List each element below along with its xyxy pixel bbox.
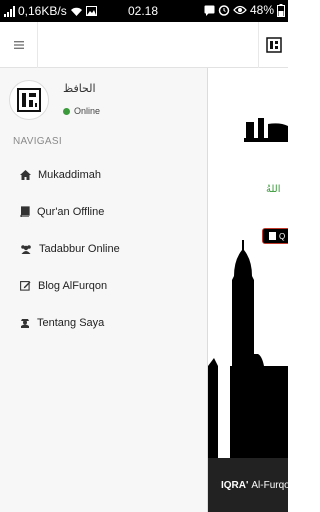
mosque-silhouette bbox=[208, 240, 288, 466]
nav-item-tadabbur-online[interactable]: Tadabbur Online bbox=[0, 230, 207, 267]
nav-item-label: Tadabbur Online bbox=[39, 242, 120, 255]
status-right: 48% bbox=[204, 3, 285, 17]
nav-item-label: Mukaddimah bbox=[38, 168, 101, 181]
status-left: 0,16KB/s bbox=[0, 4, 97, 18]
nav-drawer: الحافظ Online NAVIGASI Mukaddimah Qur'an… bbox=[0, 68, 208, 512]
nav-item-mukaddimah[interactable]: Mukaddimah bbox=[0, 156, 207, 193]
avatar bbox=[9, 80, 49, 120]
user-name: الحافظ bbox=[63, 82, 96, 95]
eye-icon bbox=[233, 5, 247, 15]
nav-header: NAVIGASI bbox=[13, 136, 62, 147]
iqra-logo-icon bbox=[17, 88, 41, 112]
arabic-verse-text: اللهُ bbox=[266, 184, 281, 195]
hamburger-icon bbox=[13, 41, 24, 49]
iqra-logo-icon bbox=[265, 37, 282, 53]
app-logo-button[interactable] bbox=[258, 22, 288, 68]
nav-menu: Mukaddimah Qur'an Offline Tadabbur Onlin… bbox=[0, 156, 207, 341]
battery-icon bbox=[277, 3, 285, 17]
nav-item-blog-alfurqon[interactable]: Blog AlFurqon bbox=[0, 267, 207, 304]
calligraphy-logo bbox=[244, 118, 288, 142]
hamburger-button[interactable] bbox=[0, 22, 38, 68]
chat-icon bbox=[204, 5, 215, 16]
app-bar bbox=[0, 22, 288, 68]
footer-banner: IQRA' Al-Furqo bbox=[208, 458, 288, 512]
alarm-icon bbox=[218, 5, 230, 16]
user-status: Online bbox=[63, 106, 100, 116]
nav-item-tentang-saya[interactable]: Tentang Saya bbox=[0, 304, 207, 341]
home-icon bbox=[20, 169, 31, 180]
book-icon bbox=[20, 206, 30, 217]
image-icon bbox=[85, 6, 97, 16]
footer-text: Al-Furqo bbox=[251, 479, 288, 491]
network-speed: 0,16KB/s bbox=[18, 4, 67, 18]
signal-icon bbox=[4, 5, 15, 17]
users-icon bbox=[21, 244, 31, 254]
edit-icon bbox=[20, 281, 31, 291]
nav-item-label: Qur'an Offline bbox=[37, 205, 105, 218]
main-content: اللهُ Q IQRA' Al-Furqo bbox=[208, 68, 288, 512]
nav-item-label: Blog AlFurqon bbox=[38, 279, 108, 292]
wifi-icon bbox=[70, 7, 82, 16]
user-secret-icon bbox=[21, 319, 29, 328]
user-panel: الحافظ Online bbox=[9, 76, 199, 124]
nav-item-label: Tentang Saya bbox=[37, 316, 105, 329]
status-time: 02.18 bbox=[128, 4, 159, 18]
footer-brand: IQRA' bbox=[221, 479, 249, 491]
nav-item-quran-offline[interactable]: Qur'an Offline bbox=[0, 193, 207, 230]
user-status-label: Online bbox=[74, 106, 101, 116]
online-status-icon bbox=[63, 107, 70, 115]
battery-percent: 48% bbox=[249, 3, 274, 17]
status-bar: 0,16KB/s 02.18 48% bbox=[0, 0, 288, 22]
